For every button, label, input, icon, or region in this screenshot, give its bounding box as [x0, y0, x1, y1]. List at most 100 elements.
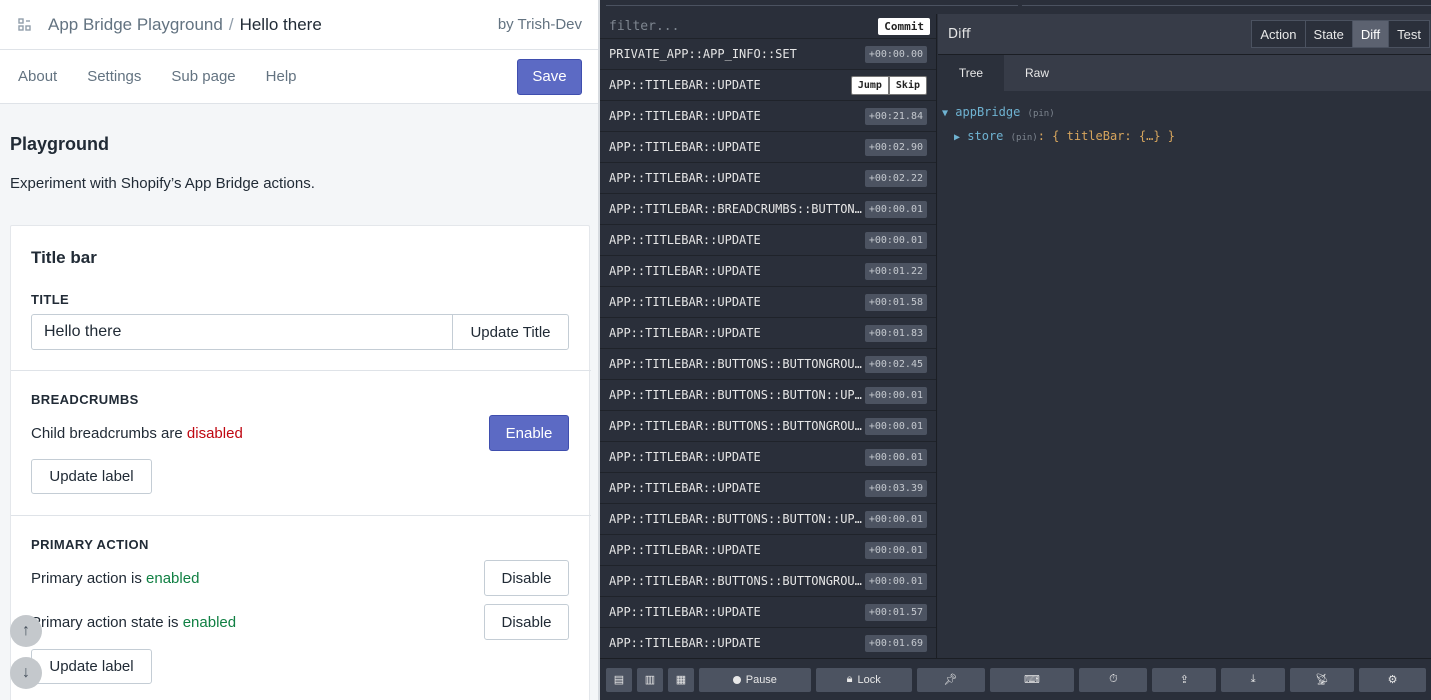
- action-name: APP::TITLEBAR::UPDATE: [609, 264, 761, 278]
- lock-button[interactable]: 🔒︎ Lock: [815, 667, 912, 692]
- devtools-toolbar: ▤ ▥ ▦ Pause 🔒︎ Lock 📌︎ ⌨ ⏱ ⇪ ⤓ 📡︎ ⚙: [600, 658, 1431, 700]
- tab-test[interactable]: Test: [1388, 20, 1430, 48]
- inspector-tabs: Action State Diff Test: [1251, 20, 1430, 48]
- remote-icon[interactable]: 📡︎: [1290, 667, 1355, 692]
- tree-key: appBridge: [955, 105, 1021, 119]
- timer-icon[interactable]: ⏱: [1079, 667, 1148, 692]
- tree-node-store[interactable]: ▶ store (pin): { titleBar: {…} }: [942, 125, 1431, 149]
- action-time-badge: +00:21.84: [864, 107, 927, 125]
- action-time-badge: +00:01.58: [864, 293, 927, 311]
- skip-button[interactable]: Skip: [888, 75, 927, 95]
- layout-grid-icon[interactable]: ▦: [667, 667, 694, 692]
- inspector-title: Diff: [948, 26, 971, 42]
- settings-gear-icon[interactable]: ⚙: [1359, 667, 1427, 692]
- action-time-badge: +00:00.01: [864, 231, 927, 249]
- inspector-header: Diff Action State Diff Test: [938, 14, 1431, 55]
- layout-split-icon[interactable]: ▥: [636, 667, 663, 692]
- primary-action-state: enabled: [146, 570, 200, 587]
- secondary-nav: About Settings Sub page Help Save: [0, 50, 598, 104]
- filter-input[interactable]: filter...: [609, 19, 679, 34]
- expanded-arrow-icon[interactable]: ▼: [942, 108, 948, 119]
- primary-action-state-value: enabled: [182, 614, 237, 631]
- disable-primary-action-button[interactable]: Disable: [484, 560, 569, 596]
- tab-action[interactable]: Action: [1251, 20, 1306, 48]
- subtab-raw[interactable]: Raw: [1004, 55, 1070, 91]
- import-icon[interactable]: ⤓: [1221, 667, 1286, 692]
- action-name: APP::TITLEBAR::UPDATE: [609, 171, 761, 185]
- enable-breadcrumbs-button[interactable]: Enable: [489, 415, 569, 451]
- jump-button[interactable]: Jump: [850, 75, 889, 95]
- action-row[interactable]: APP::TITLEBAR::UPDATE +00:00.01: [600, 225, 936, 256]
- action-time-badge: +00:00.01: [864, 417, 927, 435]
- action-row[interactable]: APP::TITLEBAR::BUTTONS::BUTTON::UP... +00…: [600, 380, 936, 411]
- pause-label: Pause: [745, 673, 777, 686]
- primary-action-state-text: Primary action state is: [31, 614, 183, 631]
- keyboard-icon[interactable]: ⌨: [989, 667, 1075, 692]
- scroll-down-icon[interactable]: ↓: [10, 657, 42, 689]
- action-name: APP::TITLEBAR::BUTTONS::BUTTONGROU...: [609, 357, 863, 371]
- action-time-badge: +00:00.01: [864, 448, 927, 466]
- breadcrumbs-status: Child breadcrumbs are disabled: [31, 425, 243, 442]
- pin-button[interactable]: (pin): [1011, 133, 1038, 143]
- action-name: APP::TITLEBAR::UPDATE: [609, 636, 761, 650]
- action-row[interactable]: APP::TITLEBAR::UPDATE +00:21.84: [600, 101, 936, 132]
- action-row[interactable]: APP::TITLEBAR::BREADCRUMBS::BUTTON... +00…: [600, 194, 936, 225]
- pin-button[interactable]: (pin): [1028, 109, 1055, 119]
- action-row[interactable]: APP::TITLEBAR::UPDATE +00:00.01: [600, 535, 936, 566]
- lock-icon: 🔒︎: [846, 673, 853, 685]
- action-row[interactable]: PRIVATE_APP::APP_INFO::SET +00:00.00: [600, 39, 936, 70]
- scroll-up-icon[interactable]: ↑: [10, 615, 42, 647]
- update-title-button[interactable]: Update Title: [452, 314, 569, 350]
- commit-button[interactable]: Commit: [878, 17, 930, 35]
- record-icon: [732, 675, 741, 684]
- nav-about[interactable]: About: [18, 68, 57, 85]
- pause-button[interactable]: Pause: [698, 667, 811, 692]
- action-name: APP::TITLEBAR::BUTTONS::BUTTON::UP...: [609, 388, 863, 402]
- action-row[interactable]: APP::TITLEBAR::UPDATE +00:02.22: [600, 163, 936, 194]
- layout-left-icon[interactable]: ▤: [606, 667, 632, 692]
- collapsed-arrow-icon[interactable]: ▶: [954, 132, 960, 143]
- divider: [11, 370, 591, 371]
- pin-icon[interactable]: 📌︎: [916, 667, 985, 692]
- action-row[interactable]: APP::TITLEBAR::UPDATE +00:01.58: [600, 287, 936, 318]
- action-row[interactable]: APP::TITLEBAR::UPDATE +00:01.22: [600, 256, 936, 287]
- action-row[interactable]: APP::TITLEBAR::BUTTONS::BUTTONGROU... +00…: [600, 411, 936, 442]
- action-time-badge: +00:00.01: [864, 510, 927, 528]
- action-name: APP::TITLEBAR::UPDATE: [609, 605, 761, 619]
- action-row[interactable]: APP::TITLEBAR::UPDATE +00:03.39: [600, 473, 936, 504]
- action-row[interactable]: APP::TITLEBAR::UPDATE +00:01.83: [600, 318, 936, 349]
- breadcrumb-separator: /: [228, 14, 234, 34]
- action-row[interactable]: APP::TITLEBAR::BUTTONS::BUTTONGROU... +00…: [600, 349, 936, 380]
- nav-help[interactable]: Help: [266, 68, 297, 85]
- nav-settings[interactable]: Settings: [87, 68, 141, 85]
- tree-value: { titleBar: {…} }: [1052, 129, 1175, 143]
- action-row[interactable]: APP::TITLEBAR::UPDATE +00:01.57: [600, 597, 936, 628]
- action-row[interactable]: APP::TITLEBAR::UPDATE Jump Skip: [600, 70, 936, 101]
- page-title-current: Hello there: [239, 14, 322, 34]
- apps-grid-icon[interactable]: [18, 17, 32, 32]
- title-bar: App Bridge Playground / Hello there by T…: [0, 0, 598, 50]
- devtools-top-strip: [600, 0, 1431, 14]
- action-row[interactable]: APP::TITLEBAR::UPDATE +00:02.90: [600, 132, 936, 163]
- tab-diff[interactable]: Diff: [1351, 20, 1390, 48]
- tab-state[interactable]: State: [1304, 20, 1353, 48]
- action-row[interactable]: APP::TITLEBAR::BUTTONS::BUTTONGROU... +00…: [600, 566, 936, 597]
- action-row[interactable]: APP::TITLEBAR::UPDATE +00:01.69: [600, 628, 936, 658]
- action-row[interactable]: APP::TITLEBAR::UPDATE +00:00.01: [600, 442, 936, 473]
- action-name: APP::TITLEBAR::BREADCRUMBS::BUTTON...: [609, 202, 863, 216]
- breadcrumbs-state: disabled: [186, 425, 243, 442]
- update-breadcrumb-label-button[interactable]: Update label: [31, 459, 152, 494]
- breadcrumb-app-name[interactable]: App Bridge Playground: [48, 15, 223, 35]
- subtab-tree[interactable]: Tree: [938, 55, 1004, 91]
- export-icon[interactable]: ⇪: [1152, 667, 1217, 692]
- card-title: Title bar: [31, 248, 97, 267]
- update-primary-label-button[interactable]: Update label: [31, 649, 152, 684]
- disable-primary-action-state-button[interactable]: Disable: [484, 604, 569, 640]
- tree-node-root[interactable]: ▼ appBridge (pin): [942, 101, 1431, 125]
- primary-action-status-text: Primary action is: [31, 570, 147, 587]
- action-name: APP::TITLEBAR::UPDATE: [609, 295, 761, 309]
- action-row[interactable]: APP::TITLEBAR::BUTTONS::BUTTON::UP... +00…: [600, 504, 936, 535]
- title-input[interactable]: Hello there: [31, 314, 453, 350]
- save-button[interactable]: Save: [517, 58, 582, 95]
- nav-sub-page[interactable]: Sub page: [171, 68, 235, 85]
